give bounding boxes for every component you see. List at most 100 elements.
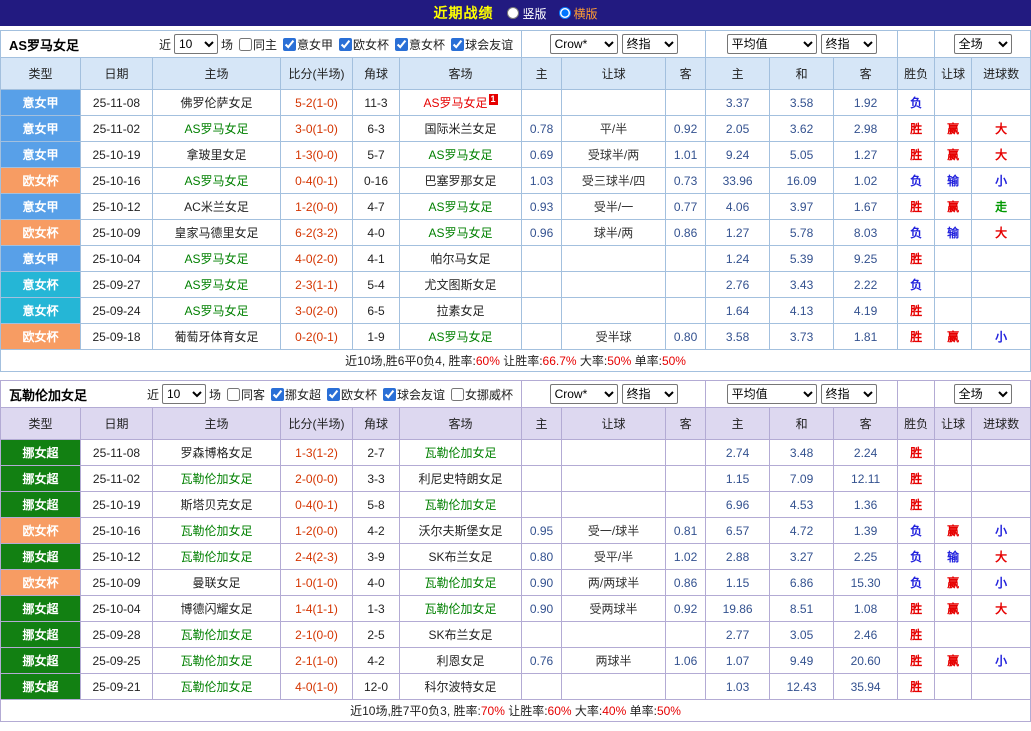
asian-odds-time-select[interactable]: 终指: [622, 384, 678, 404]
away-team[interactable]: SK布兰女足: [400, 544, 522, 570]
handicap-result: 赢: [935, 648, 972, 674]
away-team[interactable]: 瓦勒伦加女足: [400, 440, 522, 466]
home-team[interactable]: 斯塔贝克女足: [153, 492, 281, 518]
home-team[interactable]: AS罗马女足: [153, 272, 281, 298]
recent-label: 近: [147, 386, 159, 403]
away-team[interactable]: 拉素女足: [400, 298, 522, 324]
asian-odds-source-select[interactable]: Crow*: [550, 384, 618, 404]
away-team[interactable]: 沃尔夫斯堡女足: [400, 518, 522, 544]
section-title-cell: 瓦勒伦加女足 近10场同客挪女超欧女杯球会友谊女挪威杯: [1, 381, 522, 408]
filter-checkbox[interactable]: 女挪威杯: [451, 386, 513, 403]
home-team[interactable]: 佛罗伦萨女足: [153, 90, 281, 116]
home-team[interactable]: 拿玻里女足: [153, 142, 281, 168]
home-team[interactable]: 罗森博格女足: [153, 440, 281, 466]
home-team[interactable]: AS罗马女足: [153, 116, 281, 142]
home-team[interactable]: 瓦勒伦加女足: [153, 674, 281, 700]
filter-checkbox-input[interactable]: [451, 38, 464, 51]
view-option[interactable]: 横版: [559, 5, 598, 22]
goals-result: [972, 622, 1031, 648]
column-header: 和: [770, 58, 834, 90]
filter-checkbox-input[interactable]: [239, 38, 252, 51]
filter-checkbox[interactable]: 同主: [239, 36, 277, 53]
scope-select[interactable]: 全场: [954, 384, 1012, 404]
away-team[interactable]: 科尔波特女足: [400, 674, 522, 700]
euro-odds-source-select[interactable]: 平均值: [727, 34, 817, 54]
home-team[interactable]: 皇家马德里女足: [153, 220, 281, 246]
euro-home-odds: 9.24: [706, 142, 770, 168]
column-header: 主: [706, 58, 770, 90]
home-team[interactable]: AC米兰女足: [153, 194, 281, 220]
filter-checkbox-input[interactable]: [339, 38, 352, 51]
view-radio-input[interactable]: [507, 7, 519, 19]
match-row: 意女甲25-11-08佛罗伦萨女足5-2(1-0)11-3AS罗马女足13.37…: [1, 90, 1031, 116]
filter-checkbox[interactable]: 球会友谊: [451, 36, 513, 53]
away-team[interactable]: 瓦勒伦加女足: [400, 570, 522, 596]
filter-checkbox[interactable]: 意女甲: [283, 36, 333, 53]
away-team[interactable]: 国际米兰女足: [400, 116, 522, 142]
euro-draw-odds: 12.43: [770, 674, 834, 700]
away-team[interactable]: AS罗马女足: [400, 324, 522, 350]
away-team[interactable]: AS罗马女足: [400, 194, 522, 220]
home-team[interactable]: AS罗马女足: [153, 168, 281, 194]
match-row: 挪女超25-10-19斯塔贝克女足0-4(0-1)5-8瓦勒伦加女足6.964.…: [1, 492, 1031, 518]
filter-checkbox[interactable]: 欧女杯: [339, 36, 389, 53]
euro-odds-time-select[interactable]: 终指: [821, 34, 877, 54]
view-option[interactable]: 竖版: [507, 5, 546, 22]
filter-checkbox-input[interactable]: [227, 388, 240, 401]
filter-checkbox-input[interactable]: [451, 388, 464, 401]
euro-odds-source-select[interactable]: 平均值: [727, 384, 817, 404]
filter-checkbox-input[interactable]: [271, 388, 284, 401]
euro-odds-time-select[interactable]: 终指: [821, 384, 877, 404]
filter-checkbox[interactable]: 挪女超: [271, 386, 321, 403]
handicap-result: [935, 466, 972, 492]
away-team[interactable]: 利尼史特朗女足: [400, 466, 522, 492]
asian-away-odds: [666, 246, 706, 272]
filter-checkbox-input[interactable]: [395, 38, 408, 51]
away-team[interactable]: 瓦勒伦加女足: [400, 596, 522, 622]
filter-checkbox[interactable]: 同客: [227, 386, 265, 403]
away-team[interactable]: AS罗马女足: [400, 142, 522, 168]
view-radio-input[interactable]: [559, 7, 571, 19]
corner-count: 6-3: [353, 116, 400, 142]
home-team[interactable]: 瓦勒伦加女足: [153, 518, 281, 544]
home-team[interactable]: 瓦勒伦加女足: [153, 544, 281, 570]
home-team[interactable]: 博德闪耀女足: [153, 596, 281, 622]
handicap-result: [935, 492, 972, 518]
filter-checkbox[interactable]: 意女杯: [395, 36, 445, 53]
match-date: 25-10-16: [81, 518, 153, 544]
away-team[interactable]: 瓦勒伦加女足: [400, 492, 522, 518]
asian-odds-source-select[interactable]: Crow*: [550, 34, 618, 54]
goals-result: 大: [972, 220, 1031, 246]
away-team[interactable]: 巴塞罗那女足: [400, 168, 522, 194]
match-count-select[interactable]: 10: [162, 384, 206, 404]
asian-odds-time-select[interactable]: 终指: [622, 34, 678, 54]
scope-control-cell: 全场: [935, 31, 1031, 58]
home-team[interactable]: 曼联女足: [153, 570, 281, 596]
match-date: 25-10-09: [81, 570, 153, 596]
corner-count: 3-3: [353, 466, 400, 492]
scope-select[interactable]: 全场: [954, 34, 1012, 54]
summary-segment: 让胜率:: [505, 704, 548, 718]
home-team[interactable]: AS罗马女足: [153, 298, 281, 324]
home-team[interactable]: 葡萄牙体育女足: [153, 324, 281, 350]
match-count-select[interactable]: 10: [174, 34, 218, 54]
away-team[interactable]: 利恩女足: [400, 648, 522, 674]
away-team[interactable]: 帕尔马女足: [400, 246, 522, 272]
home-team[interactable]: 瓦勒伦加女足: [153, 648, 281, 674]
home-team[interactable]: AS罗马女足: [153, 246, 281, 272]
away-team[interactable]: 尤文图斯女足: [400, 272, 522, 298]
filter-checkbox[interactable]: 欧女杯: [327, 386, 377, 403]
filter-checkbox[interactable]: 球会友谊: [383, 386, 445, 403]
away-team[interactable]: AS罗马女足: [400, 220, 522, 246]
home-team[interactable]: 瓦勒伦加女足: [153, 622, 281, 648]
filter-checkbox-input[interactable]: [327, 388, 340, 401]
home-team[interactable]: 瓦勒伦加女足: [153, 466, 281, 492]
asian-home-odds: [522, 298, 562, 324]
filter-checkbox-input[interactable]: [283, 38, 296, 51]
filter-checkbox-input[interactable]: [383, 388, 396, 401]
away-team[interactable]: SK布兰女足: [400, 622, 522, 648]
handicap-result: [935, 272, 972, 298]
away-team[interactable]: AS罗马女足1: [400, 90, 522, 116]
results-table: 瓦勒伦加女足 近10场同客挪女超欧女杯球会友谊女挪威杯 Crow*终指 平均值终…: [0, 380, 1031, 722]
filter-checkbox-label: 挪女超: [285, 386, 321, 403]
